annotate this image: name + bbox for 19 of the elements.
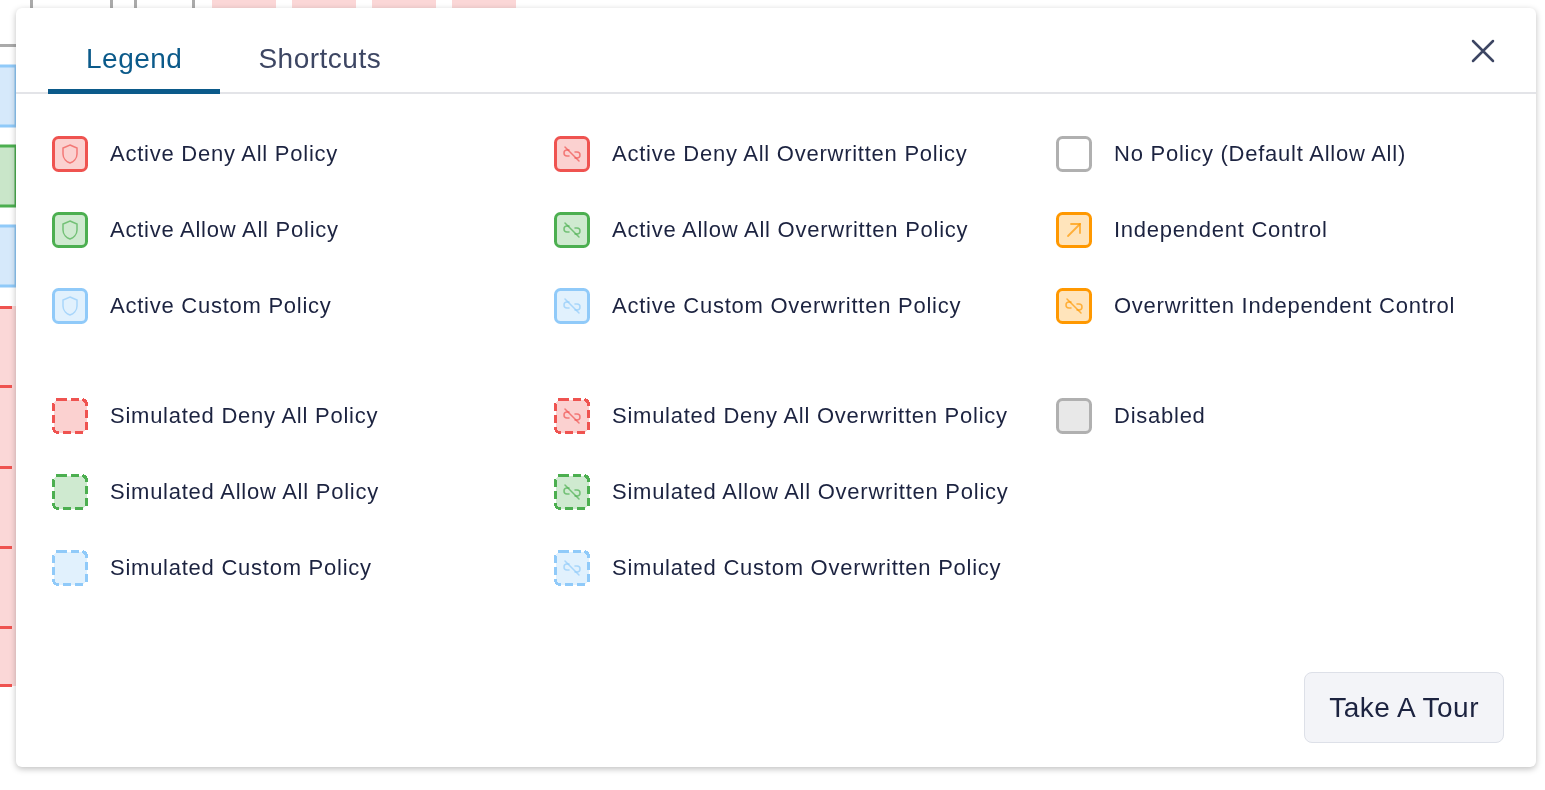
legend-label: Simulated Custom Overwritten Policy	[612, 555, 1002, 581]
tab[interactable]: Legend	[48, 38, 221, 94]
legend-label: Independent Control	[1114, 217, 1328, 243]
legend-label: Active Allow All Policy	[110, 217, 339, 243]
legend-label: Simulated Deny All Policy	[110, 403, 379, 429]
legend-label: No Policy (Default Allow All)	[1114, 141, 1406, 167]
legend-label: Active Deny All Overwritten Policy	[612, 141, 968, 167]
legend-label: Active Deny All Policy	[110, 141, 339, 167]
legend-label: Active Allow All Overwritten Policy	[612, 217, 969, 243]
legend-label: Active Custom Overwritten Policy	[612, 293, 962, 319]
legend-label: Simulated Deny All Overwritten Policy	[612, 403, 1008, 429]
legend-label: Active Custom Policy	[110, 293, 332, 319]
tab[interactable]: Shortcuts	[220, 38, 420, 94]
legend-label: Simulated Allow All Overwritten Policy	[612, 479, 1009, 505]
legend-label: Overwritten Independent Control	[1114, 293, 1456, 319]
legend-label: Simulated Custom Policy	[110, 555, 372, 581]
legend-label: Disabled	[1114, 403, 1206, 429]
legend-label: Simulated Allow All Policy	[110, 479, 379, 505]
tour-button[interactable]: Take A Tour	[1304, 672, 1504, 743]
